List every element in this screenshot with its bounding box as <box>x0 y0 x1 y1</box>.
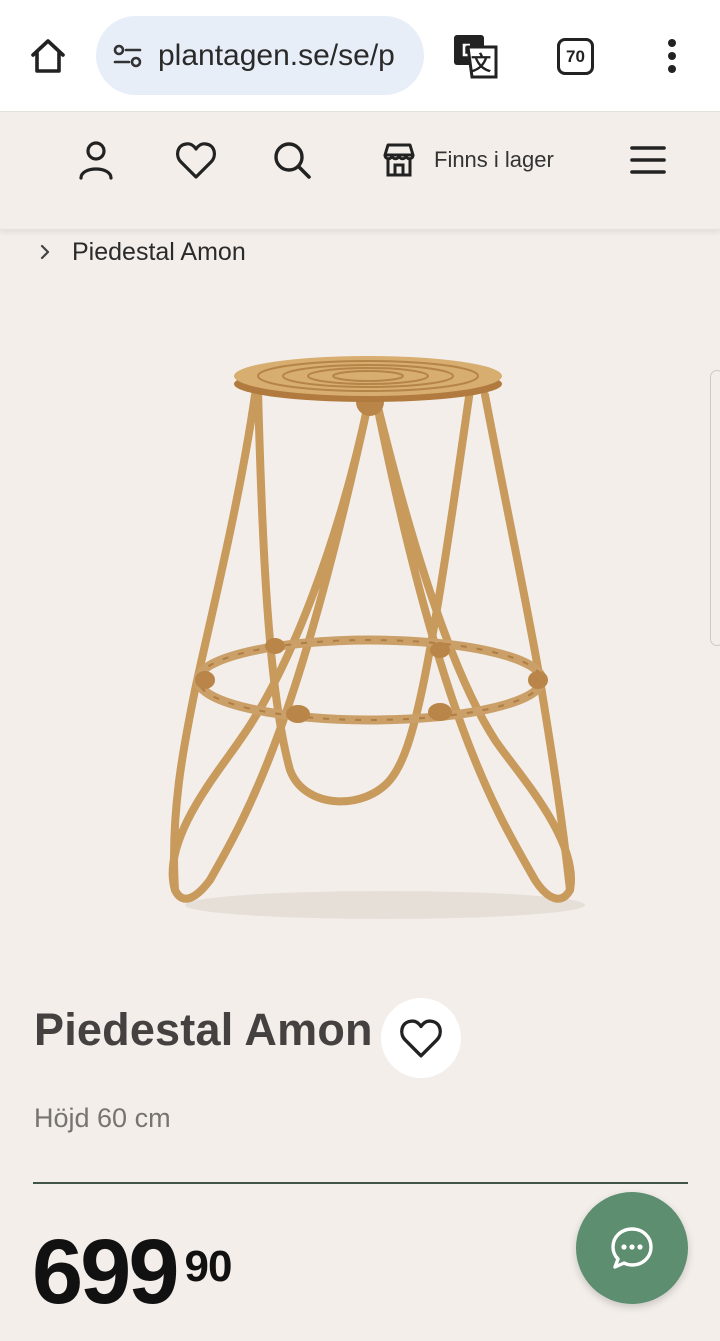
account-icon[interactable] <box>74 138 118 182</box>
product-subtitle: Höjd 60 cm <box>34 1103 171 1133</box>
site-header: Finns i lager <box>0 112 720 230</box>
url-text: plantagen.se/se/p <box>158 38 395 72</box>
address-bar[interactable]: plantagen.se/se/p <box>96 16 424 95</box>
breadcrumb-current[interactable]: Piedestal Amon <box>72 238 246 267</box>
chat-button[interactable] <box>576 1192 688 1304</box>
chat-icon <box>611 1227 653 1269</box>
product-price: 699 90 <box>32 1221 233 1323</box>
product-image[interactable] <box>150 340 590 930</box>
store-stock-label: Finns i lager <box>434 147 554 172</box>
scrollbar[interactable] <box>710 370 720 646</box>
price-main: 699 <box>32 1221 179 1323</box>
svg-text:文: 文 <box>471 51 492 75</box>
heart-icon <box>400 1019 442 1058</box>
store-icon <box>383 143 415 177</box>
more-options-icon[interactable] <box>658 36 686 76</box>
wishlist-icon[interactable] <box>174 138 218 182</box>
product-title: Piedestal Amon <box>34 1004 373 1055</box>
price-decimals: 90 <box>184 1242 233 1291</box>
browser-toolbar: plantagen.se/se/p 文 70 <box>0 0 720 112</box>
search-icon[interactable] <box>270 138 314 182</box>
breadcrumb: Piedestal Amon <box>36 234 246 270</box>
home-icon[interactable] <box>26 34 70 78</box>
chevron-right-icon <box>40 244 50 260</box>
site-settings-icon[interactable] <box>110 38 146 74</box>
menu-icon[interactable] <box>626 140 670 180</box>
add-to-wishlist-button[interactable] <box>381 998 461 1078</box>
store-stock-button[interactable]: Finns i lager <box>380 138 554 182</box>
divider <box>33 1182 688 1184</box>
tab-switcher-button[interactable]: 70 <box>557 38 594 75</box>
translate-icon[interactable]: 文 <box>452 32 500 80</box>
